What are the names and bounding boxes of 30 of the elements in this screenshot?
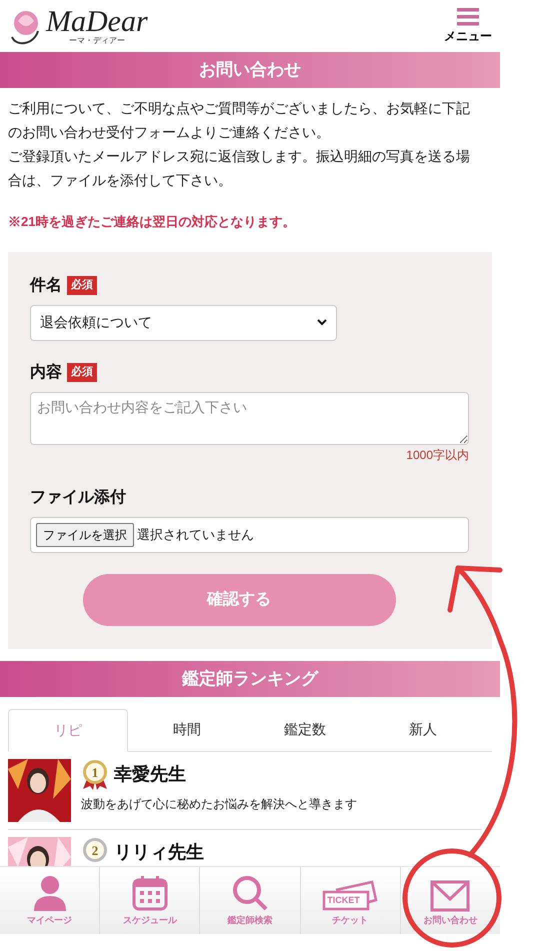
field-label: 内容 [30, 362, 62, 382]
character-limit-text: 1000字以内 [405, 446, 469, 464]
ranking-tab[interactable]: 時間 [128, 708, 246, 750]
chevron-down-icon [317, 319, 327, 326]
choose-file-button[interactable]: ファイルを選択 [36, 522, 134, 546]
subject-select[interactable]: 退会依頼について [30, 304, 337, 340]
fortune-teller-name: 幸愛先生 [114, 762, 186, 786]
menu-button[interactable]: メニュー [444, 7, 492, 45]
required-badge: 必須 [67, 363, 97, 382]
calendar-icon [130, 874, 169, 912]
file-field[interactable]: ファイルを選択 選択されていません [30, 516, 469, 552]
fortune-teller-name: リリィ先生 [114, 840, 204, 864]
ranking-tab[interactable]: 鑑定数 [246, 708, 364, 750]
notice-text: ※21時を過ぎたご連絡は翌日の対応となります。 [7, 213, 296, 231]
intro-paragraph: ご登録頂いたメールアドレス宛に返信致します。振込明細の写真を送る場合は、ファイルを添付して下さい。 [8, 147, 471, 190]
menu-icon [457, 7, 479, 27]
search-icon [231, 874, 269, 912]
logo-text: MaDear [46, 7, 148, 37]
mail-icon [430, 880, 470, 912]
required-badge: 必須 [67, 276, 97, 295]
field-label: 件名 [30, 276, 62, 296]
intro-paragraph: ご利用について、ご不明な点やご質問等がございましたら、お気軽に下記のお問い合わせ受付フォームよりご連絡ください。 [8, 99, 471, 142]
file-status-text: 選択されていません [137, 526, 254, 544]
fortune-teller-description: 波動をあげて心に秘めたお悩みを解決へと導きます [81, 796, 357, 812]
field-label: ファイル添付 [30, 488, 126, 508]
section-banner: 鑑定師ランキング [0, 660, 500, 696]
logo-subtitle: ーマ・ディアー [68, 37, 125, 45]
ranking-tab[interactable]: 新人 [364, 708, 482, 750]
content-textarea[interactable]: お問い合わせ内容をご記入下さい [30, 392, 469, 444]
section-banner: お問い合わせ [0, 52, 500, 88]
